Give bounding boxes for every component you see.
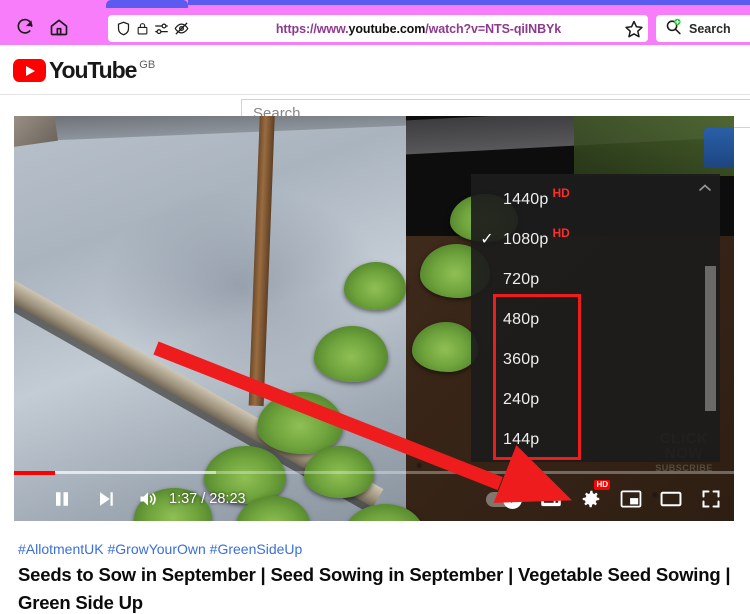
quality-settings-menu[interactable]: 1440p HD ✓ 1080p HD 720p 480p 360p 240p 144p [471, 174, 720, 462]
header-divider [0, 94, 750, 95]
quality-option-1080p[interactable]: ✓ 1080p HD [471, 220, 720, 260]
settings-hd-badge: HD [594, 480, 610, 490]
quality-option-label: 144p [503, 431, 540, 448]
quality-option-label: 1440p [503, 191, 549, 208]
player-controls: 1:37 / 28:23 HD [14, 477, 734, 521]
pause-button[interactable] [48, 485, 76, 513]
quality-hd-badge: HD [552, 226, 570, 240]
reload-icon[interactable] [14, 16, 36, 38]
autoplay-pill [486, 489, 522, 509]
browser-toolbar: https://www.youtube.com/watch?v=NTS-qiIN… [0, 8, 750, 45]
video-frame-sheet-corner [14, 116, 59, 148]
url-text: https://www.youtube.com/watch?v=NTS-qiIN… [275, 21, 562, 36]
quality-menu-scrollbar[interactable] [705, 266, 716, 411]
quality-hd-badge: HD [552, 186, 570, 200]
fullscreen-button[interactable] [696, 485, 726, 513]
youtube-play-icon [13, 59, 46, 82]
progress-played [14, 471, 56, 475]
quality-option-144p[interactable]: 144p [471, 420, 720, 460]
video-frame-sheet-top-shadow [14, 116, 406, 142]
video-frame-plant [344, 262, 406, 310]
quality-selected-checkmark: ✓ [480, 231, 494, 248]
youtube-wordmark: YouTube [49, 57, 137, 83]
address-bar-icons [116, 20, 189, 37]
quality-option-240p[interactable]: 240p [471, 380, 720, 420]
miniplayer-button[interactable] [616, 485, 646, 513]
quality-option-label: 1080p [503, 231, 549, 248]
autoplay-knob [503, 489, 522, 509]
youtube-country-code: GB [139, 59, 156, 71]
quality-option-label: 240p [503, 391, 540, 408]
quality-option-1440p[interactable]: 1440p HD [471, 180, 720, 220]
video-frame-blue-container [704, 128, 734, 168]
time-display: 1:37 / 28:23 [169, 491, 246, 507]
tab-strip [0, 0, 750, 8]
address-bar[interactable]: https://www.youtube.com/watch?v=NTS-qiIN… [108, 15, 648, 42]
home-icon[interactable] [48, 16, 70, 38]
browser-search-label: Search [689, 21, 731, 36]
video-title: Seeds to Sow in September | Seed Sowing … [18, 564, 731, 613]
quality-option-label: 480p [503, 311, 540, 328]
search-plus-icon [665, 18, 682, 40]
youtube-logo[interactable]: YouTube GB [13, 58, 155, 82]
browser-window: https://www.youtube.com/watch?v=NTS-qiIN… [0, 0, 750, 614]
settings-gear-button[interactable]: HD [576, 480, 610, 513]
permissions-icon[interactable] [154, 21, 169, 36]
lock-icon[interactable] [136, 20, 149, 37]
autoplay-toggle[interactable] [484, 485, 524, 513]
video-frame-plant [257, 392, 343, 454]
bookmark-star-icon[interactable] [623, 18, 645, 40]
video-frame-plant [314, 326, 388, 382]
shield-icon[interactable] [116, 20, 131, 37]
active-tab[interactable] [106, 0, 188, 8]
quality-option-480p[interactable]: 480p [471, 300, 720, 340]
theater-mode-button[interactable] [656, 485, 686, 513]
quality-option-label: 360p [503, 351, 540, 368]
progress-bar[interactable] [14, 471, 734, 475]
volume-button[interactable] [134, 485, 162, 513]
quality-option-label: 720p [503, 271, 540, 288]
quality-option-720p[interactable]: 720p [471, 260, 720, 300]
youtube-header: YouTube GB Search [0, 45, 750, 128]
video-hashtags[interactable]: #AllotmentUK #GrowYourOwn #GreenSideUp [18, 541, 302, 557]
video-frame-plant [412, 322, 478, 372]
browser-search-box[interactable]: Search [656, 15, 750, 42]
tracking-blocked-icon[interactable] [174, 21, 189, 36]
tab-strip-background [188, 0, 750, 5]
next-video-button[interactable] [92, 485, 120, 513]
subtitles-button[interactable] [536, 485, 566, 513]
quality-option-360p[interactable]: 360p [471, 340, 720, 380]
